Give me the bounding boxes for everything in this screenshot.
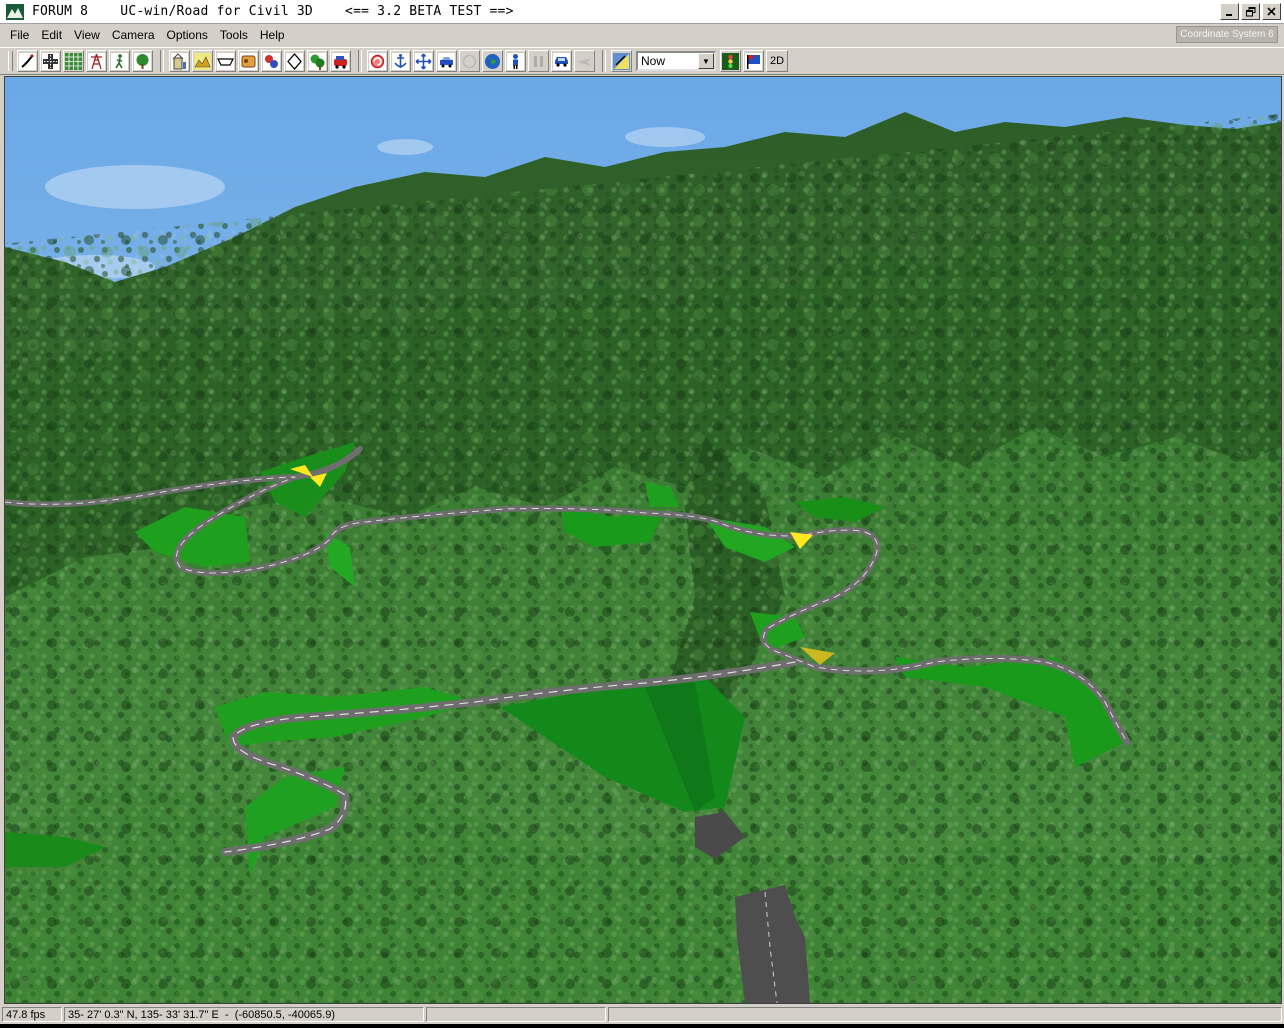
menu-tools[interactable]: Tools (214, 28, 254, 42)
anchor-button[interactable] (390, 50, 411, 72)
transmission-tower-button[interactable] (86, 50, 107, 72)
close-icon (1267, 7, 1276, 16)
coordinates-readout: 35- 27' 0.3" N, 135- 33' 31.7" E - (-608… (68, 1008, 336, 1021)
toolbar-separator (160, 50, 164, 72)
person-icon (507, 52, 524, 70)
transmission-tower-icon (88, 52, 105, 70)
move-icon (415, 52, 432, 70)
tree-icon (134, 52, 151, 70)
weather-icon (613, 52, 630, 70)
status-panel-empty (426, 1007, 606, 1022)
time-of-day-select[interactable]: Now ▼ (636, 51, 716, 71)
toolbar-separator (358, 50, 362, 72)
window-bottom-edge (0, 1024, 1284, 1028)
building-button[interactable] (169, 50, 190, 72)
main-toolbar: Now ▼ 2D (0, 47, 1284, 75)
car-icon (553, 52, 570, 70)
traffic-light-button[interactable] (720, 50, 741, 72)
tree-button[interactable] (132, 50, 153, 72)
menu-view[interactable]: View (68, 28, 106, 42)
pause-icon (534, 55, 543, 67)
flight-icon (577, 57, 592, 66)
pause-button[interactable] (528, 50, 549, 72)
toolbar-grip[interactable] (8, 51, 13, 71)
mode-2d-button[interactable]: 2D (766, 50, 788, 72)
menu-camera[interactable]: Camera (106, 28, 161, 42)
toolbar-separator (602, 50, 606, 72)
flag-button[interactable] (743, 50, 764, 72)
globe-icon (485, 53, 500, 69)
flag-icon (745, 52, 762, 70)
fly-icon (462, 54, 477, 68)
chevron-down-icon[interactable]: ▼ (698, 53, 714, 69)
terrain-scene[interactable] (5, 77, 1281, 1003)
title-bar: FORUM 8 UC-win/Road for Civil 3D <== 3.2… (0, 0, 1284, 24)
flight-button[interactable] (574, 50, 595, 72)
menu-edit[interactable]: Edit (35, 28, 68, 42)
menu-file[interactable]: File (0, 28, 35, 42)
app-logo-icon (6, 3, 24, 20)
menu-help[interactable]: Help (254, 28, 291, 42)
cross-section-button[interactable] (215, 50, 236, 72)
drive-button[interactable] (436, 50, 457, 72)
vehicle-icon (332, 52, 349, 70)
menu-options[interactable]: Options (161, 28, 214, 42)
menu-bar: File Edit View Camera Options Tools Help (0, 24, 1284, 46)
camera-rotate-button[interactable] (367, 50, 388, 72)
pedestrian-button[interactable] (109, 50, 130, 72)
intersection-icon (42, 52, 59, 70)
status-bar: 47.8 fps 35- 27' 0.3" N, 135- 33' 31.7" … (0, 1005, 1284, 1024)
fly-button[interactable] (459, 50, 480, 72)
road-define-icon (19, 52, 36, 70)
pedestrian-icon (111, 52, 128, 70)
road-define-button[interactable] (17, 50, 38, 72)
traffic-button[interactable] (261, 50, 282, 72)
restore-button[interactable] (1241, 3, 1260, 20)
terrain-edit-icon (194, 52, 211, 70)
camera-rotate-icon (369, 52, 386, 70)
window-title: FORUM 8 UC-win/Road for Civil 3D <== 3.2… (32, 4, 514, 19)
fps-panel: 47.8 fps (2, 1007, 62, 1022)
car-button[interactable] (551, 50, 572, 72)
minimize-icon (1226, 14, 1232, 16)
weather-button[interactable] (611, 50, 632, 72)
drive-icon (438, 52, 455, 70)
anchor-icon (392, 52, 409, 70)
intersection-button[interactable] (40, 50, 61, 72)
fps-readout: 47.8 fps (6, 1008, 46, 1021)
3d-viewport[interactable] (4, 76, 1282, 1004)
model-button[interactable] (238, 50, 259, 72)
sign-button[interactable] (284, 50, 305, 72)
globe-button[interactable] (482, 50, 503, 72)
vegetation-button[interactable] (307, 50, 328, 72)
restore-icon (1245, 6, 1255, 16)
grid-icon (65, 52, 82, 70)
vegetation-icon (309, 52, 326, 70)
traffic-light-icon (722, 52, 739, 70)
time-of-day-value: Now (641, 54, 666, 68)
cross-section-icon (217, 52, 234, 70)
grid-button[interactable] (63, 50, 84, 72)
close-button[interactable] (1262, 3, 1281, 20)
coordinates-panel: 35- 27' 0.3" N, 135- 33' 31.7" E - (-608… (64, 1007, 424, 1022)
sign-icon (286, 52, 303, 70)
minimize-button[interactable] (1220, 3, 1239, 20)
building-icon (171, 52, 188, 70)
move-button[interactable] (413, 50, 434, 72)
traffic-icon (263, 52, 280, 70)
vehicle-button[interactable] (330, 50, 351, 72)
terrain-edit-button[interactable] (192, 50, 213, 72)
coordinate-system-indicator: Coordinate System 6 (1176, 26, 1278, 43)
status-panel-spare (608, 1007, 1282, 1022)
person-button[interactable] (505, 50, 526, 72)
model-icon (240, 52, 257, 70)
